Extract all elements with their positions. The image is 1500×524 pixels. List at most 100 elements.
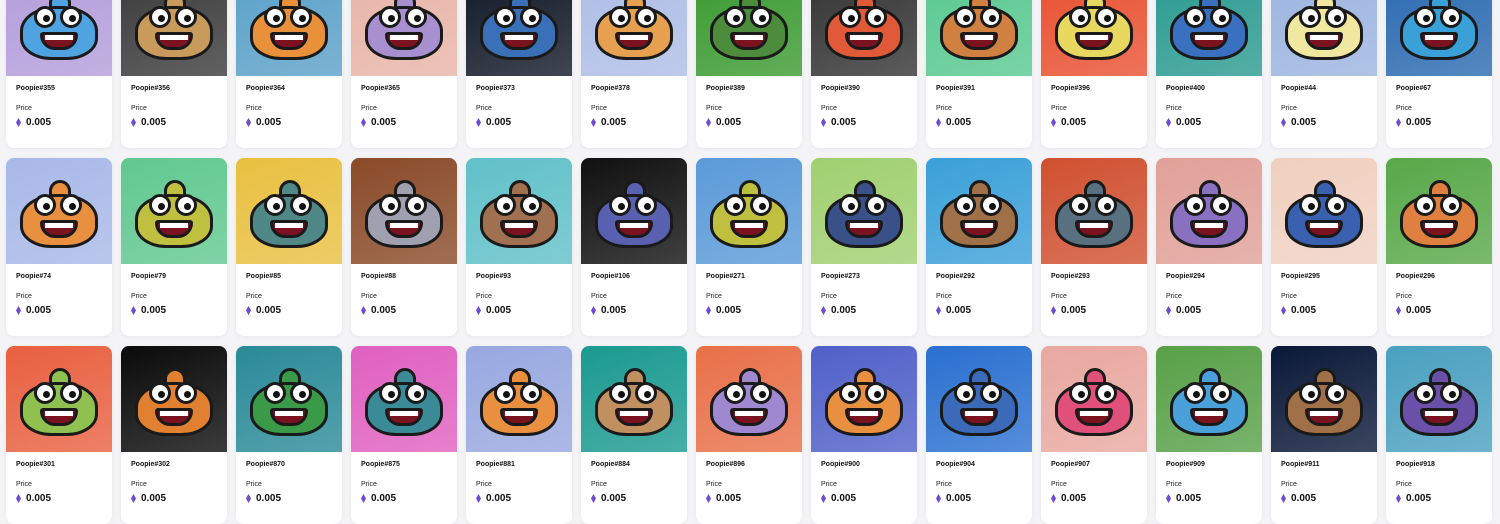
card-info: Poopie#296 Price 0.005 xyxy=(1386,264,1492,316)
nft-image[interactable] xyxy=(351,158,457,264)
nft-image[interactable] xyxy=(1156,346,1262,452)
nft-image[interactable] xyxy=(1386,0,1492,76)
nft-name: Poopie#400 xyxy=(1166,85,1205,92)
nft-image[interactable] xyxy=(121,0,227,76)
nft-name: Poopie#896 xyxy=(706,461,745,468)
nft-card[interactable]: Poopie#884 Price 0.005 xyxy=(581,346,687,524)
nft-image[interactable] xyxy=(811,158,917,264)
nft-image[interactable] xyxy=(1386,158,1492,264)
nft-image[interactable] xyxy=(6,158,112,264)
nft-image[interactable] xyxy=(121,346,227,452)
nft-card[interactable]: Poopie#79 Price 0.005 xyxy=(121,158,227,336)
nft-image[interactable] xyxy=(581,0,687,76)
ethereum-icon xyxy=(16,118,21,127)
nft-card[interactable]: Poopie#378 Price 0.005 xyxy=(581,0,687,148)
nft-card[interactable]: Poopie#390 Price 0.005 xyxy=(811,0,917,148)
nft-image[interactable] xyxy=(1041,158,1147,264)
nft-image[interactable] xyxy=(1041,346,1147,452)
nft-card[interactable]: Poopie#302 Price 0.005 xyxy=(121,346,227,524)
nft-card[interactable]: Poopie#909 Price 0.005 xyxy=(1156,346,1262,524)
nft-image[interactable] xyxy=(466,0,572,76)
nft-card[interactable]: Poopie#301 Price 0.005 xyxy=(6,346,112,524)
price-row: 0.005 xyxy=(246,305,332,316)
nft-image[interactable] xyxy=(351,346,457,452)
nft-image[interactable] xyxy=(1386,346,1492,452)
right-eye-shape xyxy=(60,382,82,404)
nft-image[interactable] xyxy=(696,0,802,76)
nft-image[interactable] xyxy=(1271,346,1377,452)
nft-image[interactable] xyxy=(1156,158,1262,264)
nft-card[interactable]: Poopie#881 Price 0.005 xyxy=(466,346,572,524)
price-label: Price xyxy=(246,105,262,112)
nft-image[interactable] xyxy=(926,158,1032,264)
nft-card[interactable]: Poopie#295 Price 0.005 xyxy=(1271,158,1377,336)
nft-image[interactable] xyxy=(581,158,687,264)
nft-card[interactable]: Poopie#356 Price 0.005 xyxy=(121,0,227,148)
right-eye-shape xyxy=(175,382,197,404)
nft-image[interactable] xyxy=(811,346,917,452)
nft-image[interactable] xyxy=(926,346,1032,452)
nft-card[interactable]: Poopie#271 Price 0.005 xyxy=(696,158,802,336)
nft-image[interactable] xyxy=(811,0,917,76)
nft-card[interactable]: Poopie#364 Price 0.005 xyxy=(236,0,342,148)
nft-card[interactable]: Poopie#396 Price 0.005 xyxy=(1041,0,1147,148)
nft-image[interactable] xyxy=(696,346,802,452)
nft-card[interactable]: Poopie#918 Price 0.005 xyxy=(1386,346,1492,524)
nft-name: Poopie#295 xyxy=(1281,273,1320,280)
ethereum-icon xyxy=(936,306,941,315)
nft-image[interactable] xyxy=(581,346,687,452)
nft-image[interactable] xyxy=(1041,0,1147,76)
nft-card[interactable]: Poopie#44 Price 0.005 xyxy=(1271,0,1377,148)
right-eye-shape xyxy=(1095,6,1117,28)
left-eye-shape xyxy=(1184,194,1206,216)
nft-card[interactable]: Poopie#907 Price 0.005 xyxy=(1041,346,1147,524)
nft-image[interactable] xyxy=(121,158,227,264)
ethereum-icon xyxy=(706,494,711,503)
nft-image[interactable] xyxy=(1156,0,1262,76)
nft-image[interactable] xyxy=(236,158,342,264)
nft-card[interactable]: Poopie#85 Price 0.005 xyxy=(236,158,342,336)
nft-image[interactable] xyxy=(696,158,802,264)
nft-card[interactable]: Poopie#88 Price 0.005 xyxy=(351,158,457,336)
nft-card[interactable]: Poopie#74 Price 0.005 xyxy=(6,158,112,336)
right-eye-shape xyxy=(405,194,427,216)
nft-image[interactable] xyxy=(6,346,112,452)
nft-image[interactable] xyxy=(6,0,112,76)
nft-card[interactable]: Poopie#292 Price 0.005 xyxy=(926,158,1032,336)
nft-card[interactable]: Poopie#365 Price 0.005 xyxy=(351,0,457,148)
nft-card[interactable]: Poopie#67 Price 0.005 xyxy=(1386,0,1492,148)
card-info: Poopie#881 Price 0.005 xyxy=(466,452,572,504)
nft-name: Poopie#93 xyxy=(476,273,512,280)
nft-card[interactable]: Poopie#93 Price 0.005 xyxy=(466,158,572,336)
nft-card[interactable]: Poopie#870 Price 0.005 xyxy=(236,346,342,524)
nft-image[interactable] xyxy=(236,346,342,452)
nft-card[interactable]: Poopie#911 Price 0.005 xyxy=(1271,346,1377,524)
nft-image[interactable] xyxy=(1271,158,1377,264)
nft-image[interactable] xyxy=(236,0,342,76)
nft-card[interactable]: Poopie#875 Price 0.005 xyxy=(351,346,457,524)
card-info: Poopie#301 Price 0.005 xyxy=(6,452,112,504)
nft-card[interactable]: Poopie#904 Price 0.005 xyxy=(926,346,1032,524)
nft-card[interactable]: Poopie#293 Price 0.005 xyxy=(1041,158,1147,336)
nft-image[interactable] xyxy=(351,0,457,76)
nft-card[interactable]: Poopie#296 Price 0.005 xyxy=(1386,158,1492,336)
nft-card[interactable]: Poopie#389 Price 0.005 xyxy=(696,0,802,148)
ethereum-icon xyxy=(1281,494,1286,503)
nft-image[interactable] xyxy=(466,346,572,452)
nft-card[interactable]: Poopie#106 Price 0.005 xyxy=(581,158,687,336)
left-eye-shape xyxy=(149,6,171,28)
nft-card[interactable]: Poopie#273 Price 0.005 xyxy=(811,158,917,336)
nft-image[interactable] xyxy=(926,0,1032,76)
ethereum-icon xyxy=(1396,306,1401,315)
price-row: 0.005 xyxy=(1166,117,1252,128)
nft-card[interactable]: Poopie#400 Price 0.005 xyxy=(1156,0,1262,148)
nft-image[interactable] xyxy=(466,158,572,264)
nft-card[interactable]: Poopie#294 Price 0.005 xyxy=(1156,158,1262,336)
nft-card[interactable]: Poopie#391 Price 0.005 xyxy=(926,0,1032,148)
price-label: Price xyxy=(361,481,377,488)
nft-card[interactable]: Poopie#900 Price 0.005 xyxy=(811,346,917,524)
nft-image[interactable] xyxy=(1271,0,1377,76)
nft-card[interactable]: Poopie#896 Price 0.005 xyxy=(696,346,802,524)
nft-card[interactable]: Poopie#373 Price 0.005 xyxy=(466,0,572,148)
nft-card[interactable]: Poopie#355 Price 0.005 xyxy=(6,0,112,148)
